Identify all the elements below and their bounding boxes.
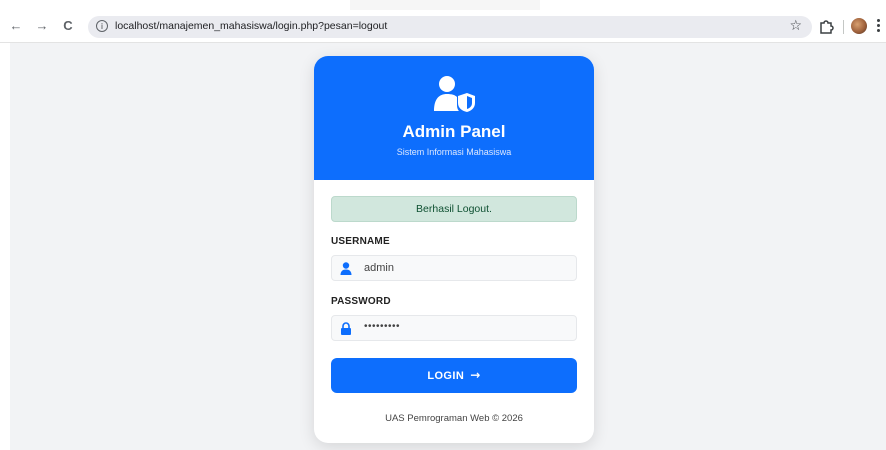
browser-menu-icon[interactable]	[877, 19, 881, 35]
page-viewport: Admin Panel Sistem Informasi Mahasiswa B…	[10, 43, 886, 450]
extensions-puzzle-icon[interactable]	[817, 16, 835, 36]
page-subtitle: Sistem Informasi Mahasiswa	[396, 147, 512, 157]
browser-toolbar: ← → C i localhost/manajemen_mahasiswa/lo…	[0, 10, 886, 43]
address-url[interactable]: localhost/manajemen_mahasiswa/login.php?…	[115, 20, 387, 32]
footer-text: UAS Pemrograman Web © 2026	[385, 413, 523, 424]
user-icon	[340, 262, 352, 275]
arrow-right-icon: →	[470, 368, 481, 382]
card-header: Admin Panel Sistem Informasi Mahasiswa	[314, 56, 594, 180]
site-info-icon[interactable]: i	[96, 20, 108, 32]
active-tab-edge[interactable]	[350, 0, 540, 10]
login-button[interactable]: LOGIN →	[331, 358, 577, 393]
tab-strip	[0, 0, 886, 10]
password-label: PASSWORD	[331, 296, 391, 307]
username-value[interactable]: admin	[364, 262, 394, 274]
logout-success-alert: Berhasil Logout.	[331, 196, 577, 222]
page-title: Admin Panel	[402, 122, 506, 141]
password-value[interactable]: •••••••••	[364, 321, 400, 332]
address-bar[interactable]: i localhost/manajemen_mahasiswa/login.ph…	[88, 16, 812, 38]
toolbar-separator	[843, 20, 844, 34]
lock-icon	[341, 322, 351, 335]
bookmark-star-icon[interactable]: ☆	[789, 18, 802, 34]
username-field[interactable]: admin	[331, 255, 577, 281]
profile-avatar[interactable]	[851, 18, 867, 34]
login-card: Admin Panel Sistem Informasi Mahasiswa B…	[314, 56, 594, 443]
password-field[interactable]: •••••••••	[331, 315, 577, 341]
forward-icon[interactable]: →	[33, 17, 51, 35]
user-shield-icon	[434, 76, 475, 112]
reload-icon[interactable]: C	[59, 17, 77, 35]
login-button-label: LOGIN	[427, 370, 465, 382]
username-label: USERNAME	[331, 236, 390, 247]
back-icon[interactable]: ←	[7, 17, 25, 35]
